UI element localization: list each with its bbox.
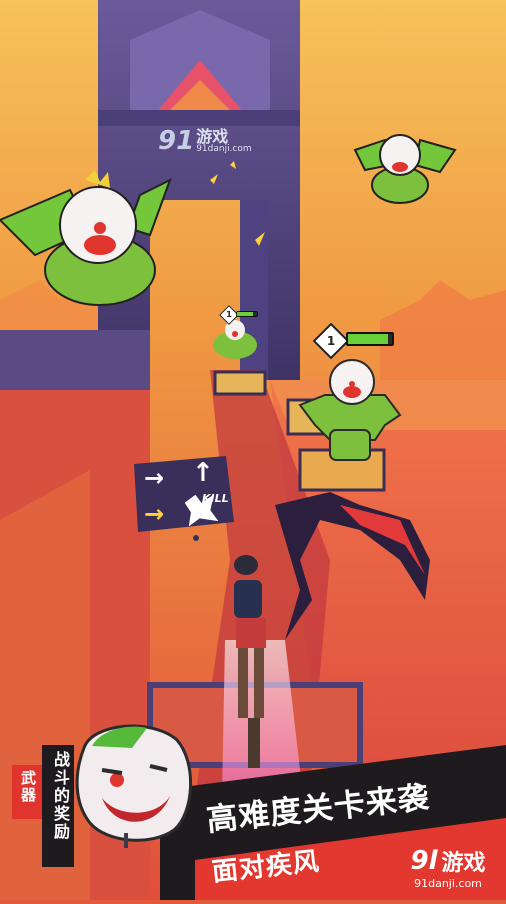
hp-bar [236,311,258,317]
clown-mask-reward [75,724,193,848]
watermark-logo: 91 [158,126,195,156]
watermark-bottom-logo: 9l [410,845,438,876]
hp-fill [348,334,388,344]
watermark-name: 游戏 [196,126,229,146]
watermark-url: 91danji.com [196,143,252,154]
combo-arrow-up-icon: ↑ [192,458,214,488]
weapon-tag: 武器 [12,765,42,819]
combo-bubble: → ↑ → KILL [126,452,238,541]
combo-arrow-right-highlight-icon: → [144,500,165,528]
watermark-bottom: 9l 游戏 91danji.com [398,840,498,894]
kill-label: KILL [202,492,229,505]
combo-arrow-right-icon: → [144,464,165,492]
weapon-tag-label: 武器 [19,770,37,804]
hp-bar [346,332,394,346]
watermark-bottom-name: 游戏 [441,850,486,876]
watermark-top: 91 游戏 91danji.com [158,126,252,156]
hp-fill [237,312,253,316]
watermark-bottom-url: 91danji.com [414,876,482,890]
game-scene: 91 游戏 91danji.com 1 1 → ↑ → KILL 武器 战斗的奖… [0,0,506,900]
